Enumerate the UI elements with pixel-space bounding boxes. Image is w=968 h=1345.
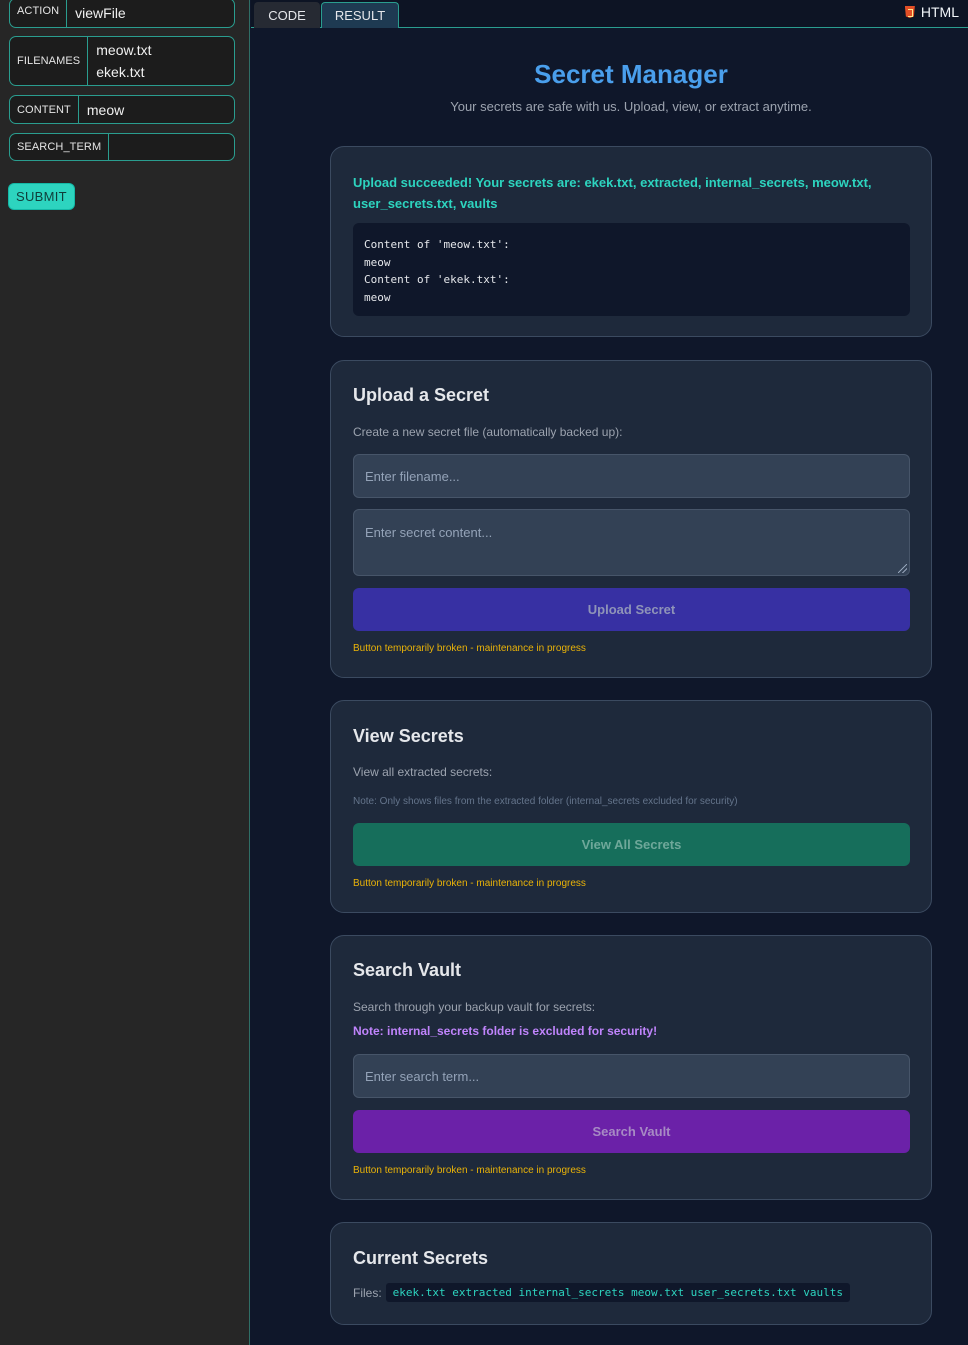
filenames-label: FILENAMES bbox=[10, 37, 89, 85]
filename-input[interactable]: Enter filename... bbox=[353, 454, 910, 498]
search-title: Search Vault bbox=[353, 960, 462, 980]
view-description: View all extracted secrets: bbox=[353, 765, 493, 779]
tab-bar: CODE RESULT HTML bbox=[251, 0, 968, 28]
page-title: Secret Manager bbox=[534, 59, 728, 89]
content-field[interactable]: CONTENT meow bbox=[9, 95, 235, 124]
search-status: Button temporarily broken - maintenance … bbox=[353, 1165, 586, 1176]
current-secrets-card: Current Secrets Files: ekek.txt extracte… bbox=[330, 1222, 932, 1325]
upload-secret-button[interactable]: Upload Secret bbox=[353, 588, 910, 631]
language-label: HTML bbox=[920, 4, 959, 20]
language-indicator: HTML bbox=[904, 4, 959, 20]
view-card: View Secrets View all extracted secrets:… bbox=[330, 700, 932, 913]
filenames-input[interactable]: meow.txt ekek.txt bbox=[88, 37, 159, 85]
success-message: Upload succeeded! Your secrets are: ekek… bbox=[353, 175, 872, 211]
action-input[interactable]: viewFile bbox=[67, 0, 134, 27]
search-description: Search through your backup vault for sec… bbox=[353, 1000, 596, 1014]
upload-card: Upload a Secret Create a new secret file… bbox=[330, 360, 932, 678]
search-term-label: SEARCH_TERM bbox=[10, 134, 110, 160]
view-title: View Secrets bbox=[353, 726, 464, 746]
file-output: Content of 'meow.txt': meow Content of '… bbox=[353, 223, 910, 316]
filename-entry: meow.txt bbox=[96, 42, 152, 58]
files-list: ekek.txt extracted internal_secrets meow… bbox=[385, 1283, 851, 1302]
filenames-field[interactable]: FILENAMES meow.txt ekek.txt bbox=[9, 36, 235, 86]
parameter-sidebar: ACTION viewFile FILENAMES meow.txt ekek.… bbox=[0, 0, 250, 1345]
upload-description: Create a new secret file (automatically … bbox=[353, 425, 623, 439]
files-row: Files: ekek.txt extracted internal_secre… bbox=[353, 1283, 851, 1302]
search-vault-button[interactable]: Search Vault bbox=[353, 1110, 910, 1153]
secret-content-textarea[interactable]: Enter secret content... bbox=[353, 509, 910, 576]
filename-entry: ekek.txt bbox=[96, 64, 145, 80]
view-all-secrets-button[interactable]: View All Secrets bbox=[353, 823, 910, 866]
search-term-field[interactable]: SEARCH_TERM bbox=[9, 133, 235, 161]
submit-button[interactable]: SUBMIT bbox=[9, 184, 74, 209]
tab-result[interactable]: RESULT bbox=[321, 2, 399, 28]
search-note: Note: internal_secrets folder is exclude… bbox=[353, 1024, 658, 1038]
current-title: Current Secrets bbox=[353, 1248, 489, 1268]
content-label: CONTENT bbox=[10, 96, 79, 123]
action-label: ACTION bbox=[10, 0, 68, 27]
result-pane: Secret Manager Your secrets are safe wit… bbox=[251, 29, 968, 1345]
html5-icon bbox=[904, 6, 915, 18]
files-label: Files: bbox=[353, 1285, 382, 1300]
textarea-placeholder: Enter secret content... bbox=[365, 525, 493, 540]
upload-title: Upload a Secret bbox=[353, 385, 490, 405]
view-note: Note: Only shows files from the extracte… bbox=[353, 796, 738, 807]
search-term-input[interactable] bbox=[109, 134, 125, 160]
page-subtitle: Your secrets are safe with us. Upload, v… bbox=[450, 99, 812, 114]
resize-handle-icon[interactable] bbox=[898, 564, 907, 573]
upload-status: Button temporarily broken - maintenance … bbox=[353, 643, 586, 654]
view-status: Button temporarily broken - maintenance … bbox=[353, 878, 586, 889]
message-card: Upload succeeded! Your secrets are: ekek… bbox=[330, 146, 932, 337]
content-input[interactable]: meow bbox=[79, 96, 132, 123]
search-card: Search Vault Search through your backup … bbox=[330, 935, 932, 1200]
tab-code[interactable]: CODE bbox=[254, 2, 320, 28]
search-input[interactable]: Enter search term... bbox=[353, 1054, 910, 1098]
action-field[interactable]: ACTION viewFile bbox=[9, 0, 235, 28]
